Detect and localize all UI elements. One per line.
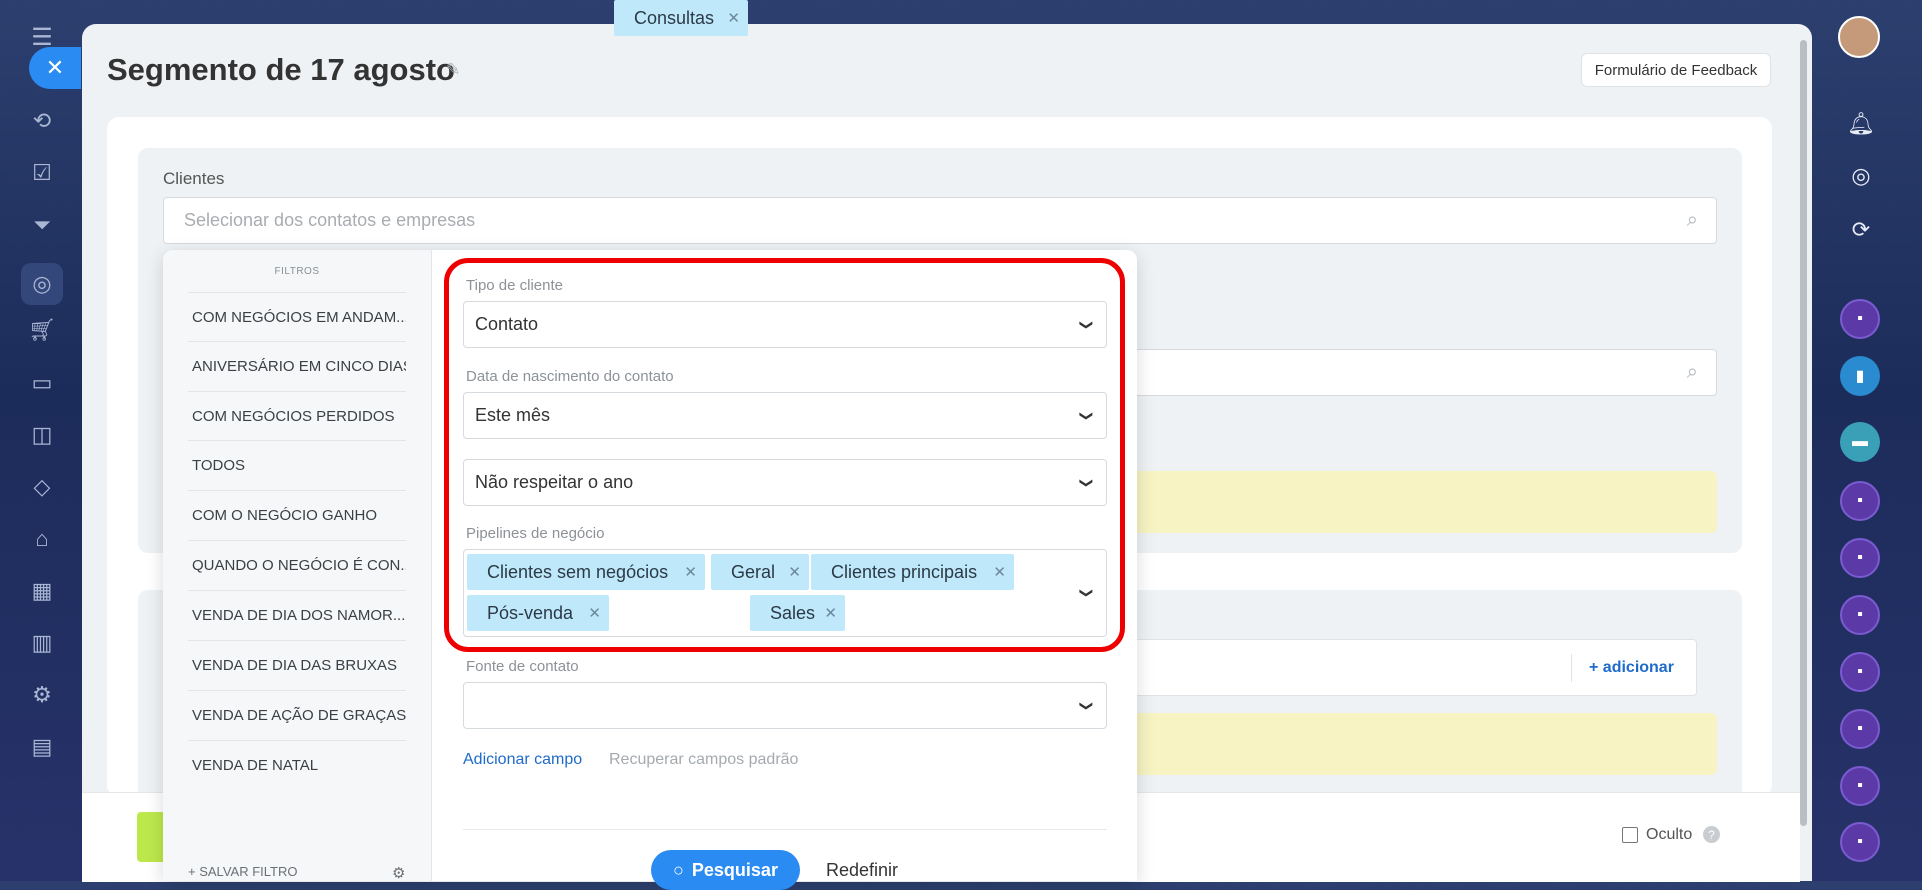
- store-icon[interactable]: ⌂: [27, 524, 57, 554]
- scrollbar[interactable]: [1800, 40, 1807, 826]
- funnel-icon[interactable]: ⏷: [27, 210, 57, 240]
- bookmark-icon[interactable]: ▮: [1840, 356, 1880, 396]
- sync-icon[interactable]: ⟳: [1843, 212, 1879, 248]
- close-icon: ✕: [45, 55, 65, 80]
- filter-preset[interactable]: COM NEGÓCIOS PERDIDOS: [188, 391, 406, 440]
- document-icon[interactable]: ▤: [27, 732, 57, 762]
- feedback-button[interactable]: Formulário de Feedback: [1581, 53, 1771, 87]
- clients-search-input[interactable]: Selecionar dos contatos e empresas ⌕: [163, 197, 1717, 244]
- contact-card-icon[interactable]: ▭: [27, 368, 57, 398]
- cart-icon[interactable]: 🛒︎: [27, 315, 57, 345]
- search-button-label: Pesquisar: [691, 859, 778, 880]
- page-title: Segmento de 17 agosto: [107, 52, 455, 87]
- contact-avatar-icon[interactable]: ▪: [1840, 481, 1880, 521]
- add-link-label: adicionar: [1602, 659, 1674, 676]
- hidden-toggle[interactable]: Oculto: [1622, 826, 1692, 844]
- highlight-frame: [444, 258, 1125, 652]
- filter-preset[interactable]: QUANDO O NEGÓCIO É CON...: [188, 540, 406, 589]
- pencil-icon[interactable]: ✎: [446, 60, 460, 80]
- help-icon[interactable]: ?: [1703, 826, 1720, 843]
- contact-avatar-icon[interactable]: ▪: [1840, 299, 1880, 339]
- calendar-icon[interactable]: ▦: [27, 576, 57, 606]
- search-button[interactable]: ○ Pesquisar: [651, 850, 800, 890]
- add-link[interactable]: + adicionar: [1589, 659, 1674, 677]
- remove-tag-icon[interactable]: ✕: [727, 9, 740, 27]
- contact-avatar-icon[interactable]: ▪: [1840, 766, 1880, 806]
- divider: [1571, 654, 1572, 682]
- tasks-icon[interactable]: ☑: [27, 158, 57, 188]
- filter-preset[interactable]: VENDA DE NATAL: [188, 740, 406, 789]
- pipeline-tag-label: Consultas: [634, 7, 715, 28]
- chevron-down-icon: ❯: [1079, 700, 1095, 711]
- chat-icon[interactable]: ▬: [1840, 422, 1880, 462]
- contact-avatar-icon[interactable]: ▪: [1840, 822, 1880, 862]
- gear-icon[interactable]: ⚙: [392, 864, 405, 882]
- save-filter-button[interactable]: + SALVAR FILTRO: [188, 864, 297, 879]
- contact-source-select[interactable]: ❯: [463, 682, 1107, 729]
- bar-chart-icon[interactable]: ▥: [27, 628, 57, 658]
- filter-preset[interactable]: COM O NEGÓCIO GANHO: [188, 490, 406, 539]
- contact-avatar-icon[interactable]: ▪: [1840, 652, 1880, 692]
- filters-heading: FILTROS: [274, 266, 320, 277]
- box-icon[interactable]: ◇: [27, 472, 57, 502]
- filter-preset[interactable]: ANIVERSÁRIO EM CINCO DIAS: [188, 341, 406, 390]
- divider: [431, 250, 432, 881]
- filter-preset[interactable]: TODOS: [188, 440, 406, 489]
- add-field-link[interactable]: Adicionar campo: [463, 751, 582, 769]
- left-sidebar: ☰ ⟲ ☑ ⏷ ◎ 🛒︎ ▭ ◫ ◇ ⌂ ▦ ▥ ⚙ ▤: [0, 0, 82, 881]
- secondary-search-input[interactable]: ⌕: [1130, 349, 1717, 396]
- target-icon[interactable]: ◎: [21, 263, 63, 305]
- pipeline-tag: Consultas ✕: [614, 0, 748, 36]
- clients-label: Clientes: [163, 169, 225, 188]
- filter-preset[interactable]: VENDA DE DIA DAS BRUXAS: [188, 640, 406, 689]
- close-button[interactable]: ✕: [29, 47, 81, 89]
- filter-preset[interactable]: VENDA DE DIA DOS NAMOR...: [188, 590, 406, 639]
- robot-icon[interactable]: ◫: [27, 420, 57, 450]
- restore-fields-link[interactable]: Recuperar campos padrão: [609, 751, 798, 769]
- search-icon: ⌕: [1686, 361, 1698, 383]
- filter-preset[interactable]: VENDA DE AÇÃO DE GRAÇAS: [188, 690, 406, 739]
- contact-avatar-icon[interactable]: ▪: [1840, 595, 1880, 635]
- info-banner: [1130, 713, 1717, 775]
- save-filter-label: SALVAR FILTRO: [199, 864, 298, 879]
- info-banner: [1130, 471, 1717, 533]
- search-icon: ○: [673, 859, 684, 880]
- settings-icon[interactable]: ⚙: [27, 680, 57, 710]
- filter-preset[interactable]: COM NEGÓCIOS EM ANDAM...: [188, 292, 406, 341]
- contact-avatar-icon[interactable]: ▪: [1840, 709, 1880, 749]
- search-circle-icon[interactable]: ◎: [1843, 158, 1879, 194]
- reset-button[interactable]: Redefinir: [826, 860, 898, 881]
- user-avatar[interactable]: [1838, 16, 1880, 58]
- contact-avatar-icon[interactable]: ▪: [1840, 538, 1880, 578]
- hidden-checkbox[interactable]: [1622, 827, 1638, 843]
- clients-search-placeholder: Selecionar dos contatos e empresas: [184, 210, 476, 230]
- hidden-label: Oculto: [1646, 826, 1693, 843]
- contact-source-label: Fonte de contato: [466, 658, 579, 675]
- share-icon[interactable]: ⟲: [27, 106, 57, 136]
- search-icon: ⌕: [1686, 209, 1698, 231]
- bell-icon[interactable]: 🔔︎: [1843, 106, 1879, 142]
- divider: [463, 829, 1107, 830]
